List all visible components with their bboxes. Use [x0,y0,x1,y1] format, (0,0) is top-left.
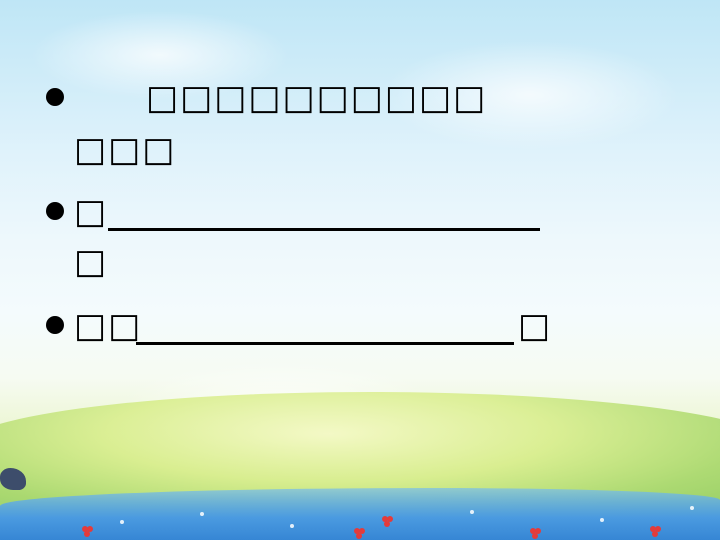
item-1-line-2: □□□ [74,130,177,170]
bullet-dot [46,202,64,220]
sparkle [120,520,124,524]
sparkle [600,518,604,522]
flower [82,526,88,532]
sparkle [200,512,204,516]
water [0,488,720,540]
flower [650,526,656,532]
sparkle [470,510,474,514]
item-1-line-1: □□□□□□□□□□ [74,78,488,118]
flower [530,528,536,534]
bullet-item-2: □ □ [46,192,686,282]
sparkle [290,524,294,528]
item-3-prefix: □□ [74,306,143,346]
bullet-dot [46,316,64,334]
bullet-dot [46,88,64,106]
fill-in-blank-line [108,228,540,231]
bullet-item-1: □□□□□□□□□□ □□□ [46,78,686,170]
item-2-prefix: □ [74,192,109,232]
bullet-item-3: □□ □ [46,306,686,356]
flower [354,528,360,534]
flower [382,516,388,522]
fill-in-blank-line [136,342,514,345]
sparkle [690,506,694,510]
item-2-suffix: □ [74,242,109,282]
item-3-suffix: □ [518,306,553,346]
